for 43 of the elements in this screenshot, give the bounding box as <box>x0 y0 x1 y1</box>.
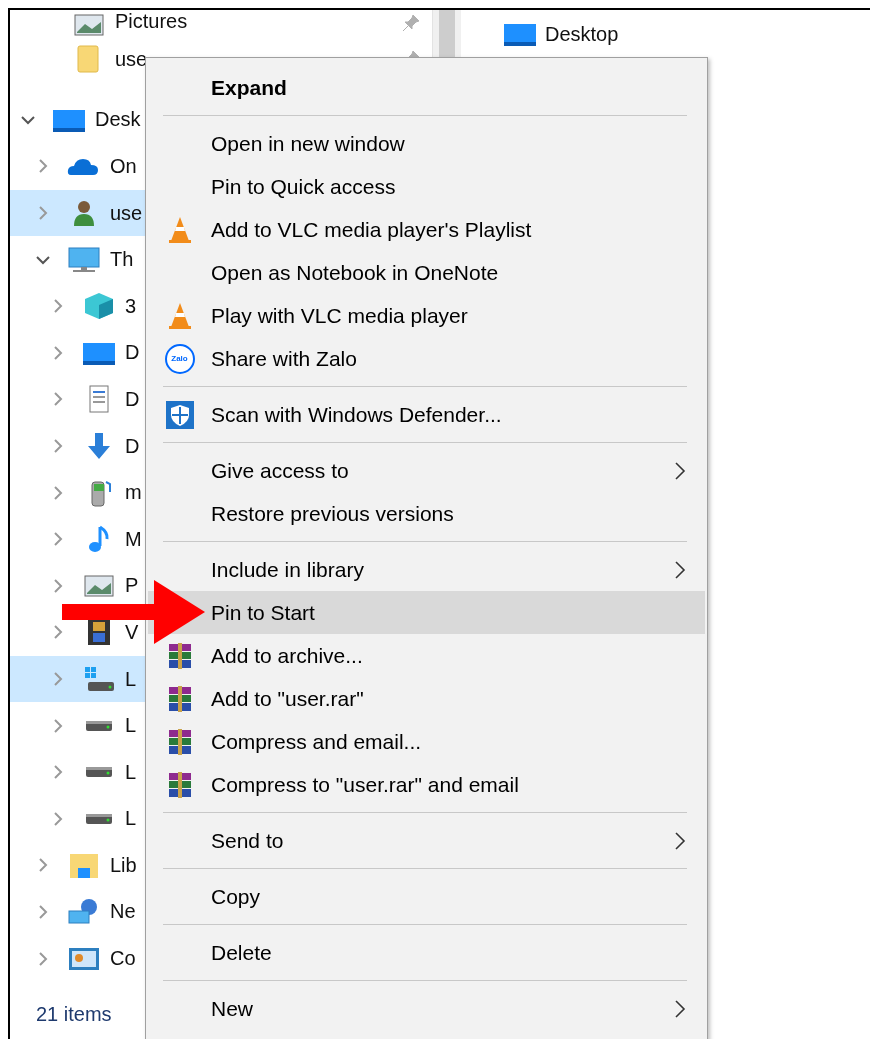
menu-item-label: Copy <box>211 884 261 909</box>
quick-access-label: Pictures <box>115 10 188 33</box>
tree-item-label: V <box>125 620 139 644</box>
tree-item-label: D <box>125 434 140 458</box>
tree-item-label: Desk <box>95 108 141 132</box>
tree-item-label: m <box>125 481 142 505</box>
tree-item-label: Co <box>110 947 136 971</box>
menu-item-label: Delete <box>211 940 272 965</box>
menu-item-label: Compress to "user.rar" and email <box>211 772 519 797</box>
tree-item-label: D <box>125 387 140 411</box>
menu-item-label: Open in new window <box>211 131 405 156</box>
tree-item-label: P <box>125 574 139 598</box>
menu-item-label: Play with VLC media player <box>211 303 468 328</box>
tree-item-label: L <box>125 807 137 831</box>
tree-item-label: M <box>125 527 142 551</box>
menu-item-label: Send to <box>211 828 284 853</box>
menu-item-label: Add to archive... <box>211 643 363 668</box>
menu-item-label: Scan with Windows Defender... <box>211 402 502 427</box>
menu-item-label: New <box>211 996 253 1021</box>
tree-item-label: On <box>110 155 137 178</box>
quick-access-label: use <box>115 47 148 71</box>
zalo-logo-icon: Zalo <box>164 343 195 374</box>
menu-item-label: Pin to Start <box>211 600 315 625</box>
menu-item-label: Expand <box>211 75 287 100</box>
tree-item-label: L <box>125 760 137 784</box>
menu-item-label: Compress and email... <box>211 729 422 754</box>
menu-item-label: Include in library <box>211 557 364 582</box>
menu-item-label: Add to VLC media player's Playlist <box>211 217 532 242</box>
menu-item-label: Give access to <box>211 458 349 483</box>
menu-item-label: Restore previous versions <box>211 501 454 526</box>
tree-item-label: Th <box>110 248 134 272</box>
tree-item-label: D <box>125 341 140 365</box>
menu-item-label: Pin to Quick access <box>211 174 396 199</box>
tree-item-label: use <box>110 201 143 225</box>
menu-item-label: Add to "user.rar" <box>211 686 364 711</box>
tree-item-label: Ne <box>110 900 136 924</box>
menu-item-label: Share with Zalo <box>211 346 357 371</box>
tree-item-label: L <box>125 714 137 738</box>
tree-item-label: L <box>125 667 137 691</box>
menu-item-label: Open as Notebook in OneNote <box>211 260 499 285</box>
tree-item-label: 3 <box>125 294 137 318</box>
status-bar-text: 21 items <box>36 1002 112 1026</box>
tree-item-label: Lib <box>110 853 137 877</box>
